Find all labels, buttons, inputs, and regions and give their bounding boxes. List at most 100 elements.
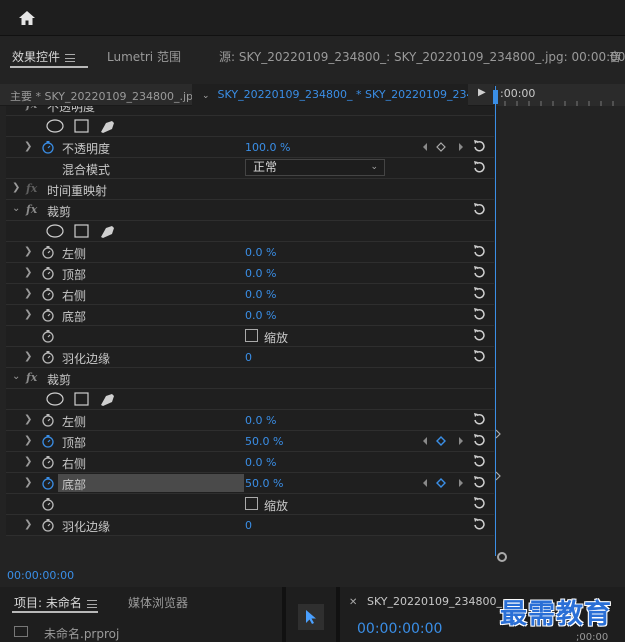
- fx-icon[interactable]: fx: [26, 371, 37, 384]
- tab-lumetri-scopes[interactable]: Lumetri 范围: [107, 48, 181, 65]
- stopwatch-icon[interactable]: [41, 308, 55, 322]
- keyframe-marker-icon[interactable]: [495, 429, 503, 439]
- chevron-right-icon[interactable]: ❯: [24, 435, 32, 446]
- stopwatch-icon[interactable]: [41, 266, 55, 280]
- reset-icon[interactable]: [472, 517, 486, 531]
- stopwatch-icon[interactable]: [41, 497, 55, 511]
- property-row-crop1-feather[interactable]: ❯ 羽化边缘 0: [6, 347, 494, 368]
- property-row-crop2-left[interactable]: ❯ 左侧 0.0 %: [6, 410, 494, 431]
- reset-icon[interactable]: [472, 349, 486, 363]
- property-row-crop1-right[interactable]: ❯ 右侧 0.0 %: [6, 284, 494, 305]
- property-row-crop2-feather[interactable]: ❯ 羽化边缘 0: [6, 515, 494, 536]
- reset-icon[interactable]: [472, 454, 486, 468]
- stopwatch-active-icon[interactable]: [41, 140, 55, 154]
- reset-icon[interactable]: [472, 160, 486, 174]
- time-ruler[interactable]: :00:00: [495, 84, 625, 106]
- panel-menu-icon[interactable]: [65, 53, 76, 62]
- zoom-checkbox[interactable]: [245, 497, 258, 510]
- reset-icon[interactable]: [472, 307, 486, 321]
- play-triangle-icon[interactable]: ▶: [478, 87, 490, 103]
- chevron-right-icon[interactable]: ❯: [24, 309, 32, 320]
- property-value[interactable]: 0.0 %: [245, 414, 276, 427]
- chevron-right-icon[interactable]: ❯: [24, 519, 32, 530]
- program-tab-title[interactable]: SKY_20220109_234800_: [367, 595, 502, 608]
- close-icon[interactable]: ✕: [349, 597, 357, 608]
- property-value[interactable]: 50.0 %: [245, 435, 283, 448]
- property-value[interactable]: 50.0 %: [245, 477, 283, 490]
- chevron-right-icon[interactable]: ❯: [24, 414, 32, 425]
- current-timecode[interactable]: 00:00:00:00: [7, 569, 74, 582]
- property-value[interactable]: 0.0 %: [245, 288, 276, 301]
- stopwatch-icon[interactable]: [41, 287, 55, 301]
- property-row-crop1-top[interactable]: ❯ 顶部 0.0 %: [6, 263, 494, 284]
- reset-icon[interactable]: [472, 433, 486, 447]
- tab-media-browser[interactable]: 媒体浏览器: [128, 594, 188, 611]
- home-button[interactable]: [12, 6, 42, 30]
- selection-tool-button[interactable]: [298, 604, 324, 630]
- panel-divider[interactable]: [282, 587, 286, 642]
- keyframe-marker-icon[interactable]: [495, 471, 503, 481]
- stopwatch-icon[interactable]: [41, 329, 55, 343]
- chevron-right-icon[interactable]: ❯: [12, 182, 20, 193]
- property-row-crop2-right[interactable]: ❯ 右侧 0.0 %: [6, 452, 494, 473]
- reset-icon[interactable]: [472, 475, 486, 489]
- zoom-scroll-handle[interactable]: [497, 552, 507, 562]
- playhead[interactable]: [493, 86, 498, 556]
- keyframe-navigator[interactable]: [422, 141, 466, 153]
- chevron-right-icon[interactable]: ❯: [24, 267, 32, 278]
- keyframe-navigator[interactable]: [422, 477, 466, 489]
- stopwatch-icon[interactable]: [41, 455, 55, 469]
- reset-icon[interactable]: [472, 244, 486, 258]
- effect-row-opacity-header[interactable]: fx 不透明度: [6, 106, 494, 116]
- effect-row-crop-1[interactable]: ⌄ fx 裁剪: [6, 200, 494, 221]
- property-row-crop2-bottom[interactable]: ❯ 底部 50.0 %: [6, 473, 494, 494]
- stopwatch-icon[interactable]: [41, 413, 55, 427]
- reset-icon[interactable]: [472, 328, 486, 342]
- reset-icon[interactable]: [472, 286, 486, 300]
- effect-row-crop-2[interactable]: ⌄ fx 裁剪: [6, 368, 494, 389]
- stopwatch-icon[interactable]: [41, 518, 55, 532]
- property-value[interactable]: 0.0 %: [245, 309, 276, 322]
- chevron-right-icon[interactable]: ❯: [24, 456, 32, 467]
- chevron-right-icon[interactable]: ❯: [24, 477, 32, 488]
- chevron-down-icon[interactable]: ⌄: [12, 371, 20, 382]
- tab-audio[interactable]: 音: [609, 48, 621, 65]
- reset-icon[interactable]: [472, 139, 486, 153]
- stopwatch-icon[interactable]: [41, 350, 55, 364]
- property-value[interactable]: 0: [245, 519, 252, 532]
- tab-project[interactable]: 项目: 未命名: [14, 594, 97, 611]
- chevron-right-icon[interactable]: ❯: [24, 141, 32, 152]
- program-timecode[interactable]: 00:00:00:00: [357, 621, 442, 637]
- reset-icon[interactable]: [472, 412, 486, 426]
- panel-menu-icon[interactable]: [86, 599, 97, 608]
- property-value[interactable]: 0.0 %: [245, 246, 276, 259]
- project-file-name[interactable]: 未命名.prproj: [44, 625, 119, 642]
- fx-icon[interactable]: fx: [26, 203, 37, 216]
- effect-timeline[interactable]: :00:00: [493, 80, 625, 564]
- stopwatch-icon[interactable]: [41, 245, 55, 259]
- playhead-handle[interactable]: [493, 90, 498, 104]
- property-value[interactable]: 100.0 %: [245, 141, 290, 154]
- tab-effect-controls[interactable]: 效果控件: [12, 48, 76, 65]
- property-value[interactable]: 0.0 %: [245, 456, 276, 469]
- property-row-crop1-left[interactable]: ❯ 左侧 0.0 %: [6, 242, 494, 263]
- panel-divider[interactable]: [336, 587, 340, 642]
- effect-row-time-remap[interactable]: ❯ fx 时间重映射: [6, 179, 494, 200]
- chevron-down-icon[interactable]: ⌄: [12, 203, 20, 214]
- master-clip-label[interactable]: 主要 * SKY_20220109_234800_.jpg: [10, 88, 200, 104]
- property-value[interactable]: 0.0 %: [245, 267, 276, 280]
- fx-icon[interactable]: fx: [26, 106, 37, 111]
- property-row-opacity[interactable]: ❯ 不透明度 100.0 %: [6, 137, 494, 158]
- property-row-crop2-top[interactable]: ❯ 顶部 50.0 %: [6, 431, 494, 452]
- stopwatch-active-icon[interactable]: [41, 476, 55, 490]
- reset-icon[interactable]: [472, 496, 486, 510]
- chevron-right-icon[interactable]: ❯: [24, 351, 32, 362]
- property-value[interactable]: 0: [245, 351, 252, 364]
- zoom-checkbox[interactable]: [245, 329, 258, 342]
- blend-mode-select[interactable]: 正常 ⌄: [245, 159, 385, 176]
- tab-source[interactable]: 源: SKY_20220109_234800_: SKY_20220109_23…: [219, 48, 625, 65]
- keyframe-navigator[interactable]: [422, 435, 466, 447]
- chevron-right-icon[interactable]: ❯: [24, 246, 32, 257]
- property-row-crop1-bottom[interactable]: ❯ 底部 0.0 %: [6, 305, 494, 326]
- reset-icon[interactable]: [472, 202, 486, 216]
